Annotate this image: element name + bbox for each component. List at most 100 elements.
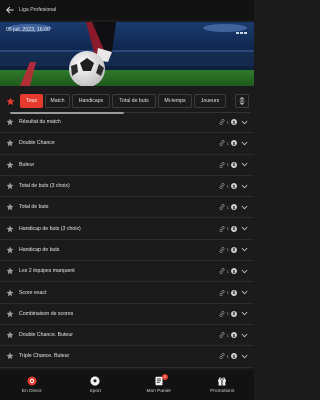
dollar-icon: $ [231, 353, 237, 360]
chevron-down-icon[interactable] [241, 353, 248, 360]
market-row[interactable]: Les 2 équipes marquent 1 $ [0, 261, 254, 283]
favorite-star-button[interactable] [1, 352, 19, 360]
favorite-star-button[interactable] [1, 288, 19, 297]
market-meta: 1$ [219, 332, 248, 339]
star-icon [6, 267, 14, 275]
gift-icon [217, 376, 227, 386]
dollar-icon: $ [231, 246, 237, 253]
favorite-star-button[interactable] [1, 331, 19, 339]
market-row[interactable]: Double Chance. Buteur 1 $ [0, 325, 254, 347]
tab-total-de-buts[interactable]: Total de buts [112, 94, 156, 108]
chevron-down-icon[interactable] [241, 119, 248, 126]
link-icon [219, 268, 225, 275]
star-icon [6, 288, 14, 296]
link-icon [219, 332, 225, 339]
favorite-star-button[interactable] [1, 203, 19, 211]
dollar-icon: $ [231, 140, 237, 147]
market-row[interactable]: Triple Chance. Buteur 1 $ [0, 346, 254, 368]
market-label: Double Chance. Buteur [19, 332, 73, 339]
tab-label: Tous [26, 98, 37, 104]
back-button[interactable] [2, 0, 18, 20]
link-icon [219, 183, 225, 190]
nav-mon-panier[interactable]: 0 Mon Panier [127, 370, 191, 400]
star-icon [6, 139, 14, 147]
tab-label: Joueurs [200, 98, 220, 104]
market-row[interactable]: Handicap de buts (3 choix) 1 $ [0, 218, 254, 240]
nav-sport[interactable]: Sport [64, 370, 128, 400]
market-row[interactable]: Double Chance 1 $ [0, 133, 254, 155]
market-row[interactable]: Score exact 1 $ [0, 282, 254, 304]
star-icon [6, 203, 14, 211]
market-label: Les 2 équipes marquent [19, 268, 75, 275]
nav-promotions[interactable]: Promotions [191, 370, 255, 400]
chevron-down-icon[interactable] [241, 246, 248, 253]
market-label: Combinaison de scores [19, 310, 74, 317]
bet-slip-icon: 0 [154, 374, 168, 386]
link-icon [219, 246, 225, 253]
dollar-icon: $ [231, 268, 237, 275]
market-label: Résultat du match [19, 119, 61, 126]
tab-joueurs[interactable]: Joueurs [194, 94, 226, 108]
market-meta: 1$ [219, 119, 248, 126]
market-row[interactable]: Handicap de buts 1 $ [0, 240, 254, 262]
market-label: Total de buts [19, 204, 49, 211]
top-bar: Liga Profesional [0, 0, 254, 20]
market-label: Double Chance [19, 140, 55, 147]
bottom-navigation: En Direct Sport 0 Mon Panier Promotions [0, 370, 254, 400]
link-icon [219, 289, 225, 296]
soccer-ball-icon [90, 376, 100, 386]
expand-tabs-button[interactable] [235, 94, 249, 108]
star-icon [6, 118, 14, 126]
market-count: 1 [226, 311, 229, 317]
market-row[interactable]: Total de buts (3 choix) 1 $ [0, 176, 254, 198]
chevron-down-icon[interactable] [241, 332, 248, 339]
tab-mi-temps[interactable]: Mi-temps [158, 94, 192, 108]
nav-label: Sport [89, 389, 101, 394]
market-count: 1 [226, 162, 229, 168]
market-count: 1 [226, 290, 229, 296]
star-icon [6, 97, 14, 105]
favorite-star-button[interactable] [1, 310, 19, 318]
market-label: Handicap de buts (3 choix) [19, 225, 81, 232]
nav-label: Promotions [210, 389, 235, 394]
chevron-down-icon[interactable] [241, 204, 248, 211]
tab-tous[interactable]: Tous [20, 94, 43, 108]
favorite-star-button[interactable] [1, 225, 19, 233]
market-row[interactable]: Buteur 1 $ [0, 155, 254, 176]
market-label: Handicap de buts [19, 246, 60, 253]
tab-label: Match [50, 98, 65, 104]
chevron-down-icon[interactable] [241, 225, 248, 232]
market-row[interactable]: Total de buts 1 $ [0, 197, 254, 219]
favorite-star-button[interactable] [1, 267, 19, 275]
star-icon [6, 161, 14, 168]
dollar-icon: $ [231, 225, 237, 232]
dollar-icon: $ [231, 161, 237, 168]
market-count: 1 [226, 183, 229, 189]
tab-handicaps[interactable]: Handicaps [72, 94, 110, 108]
favorite-star-button[interactable] [1, 161, 19, 169]
chevron-down-icon[interactable] [241, 268, 248, 275]
market-meta: 1$ [219, 246, 248, 253]
market-meta: 1$ [219, 353, 248, 360]
tab-match[interactable]: Match [45, 94, 70, 108]
link-icon [219, 204, 225, 211]
link-icon [219, 140, 225, 147]
chevron-down-icon[interactable] [241, 140, 248, 147]
market-count: 1 [226, 353, 229, 359]
chevron-down-icon[interactable] [241, 289, 248, 296]
favorite-star-button[interactable] [1, 139, 19, 147]
link-icon [219, 310, 225, 317]
chevron-down-icon[interactable] [241, 183, 248, 190]
nav-label: Mon Panier [146, 389, 172, 394]
favorite-star-button[interactable] [1, 118, 19, 126]
market-count: 1 [226, 247, 229, 253]
market-row[interactable]: Résultat du match 1 $ [0, 112, 254, 134]
chevron-down-icon[interactable] [241, 310, 248, 317]
market-label: Buteur [19, 161, 35, 168]
favorite-star-button[interactable] [1, 182, 19, 190]
chevron-down-icon[interactable] [241, 161, 248, 168]
nav-en-direct[interactable]: En Direct [0, 370, 64, 400]
favorites-tab[interactable] [0, 90, 20, 112]
market-row[interactable]: Combinaison de scores 1 $ [0, 304, 254, 325]
favorite-star-button[interactable] [1, 246, 19, 254]
